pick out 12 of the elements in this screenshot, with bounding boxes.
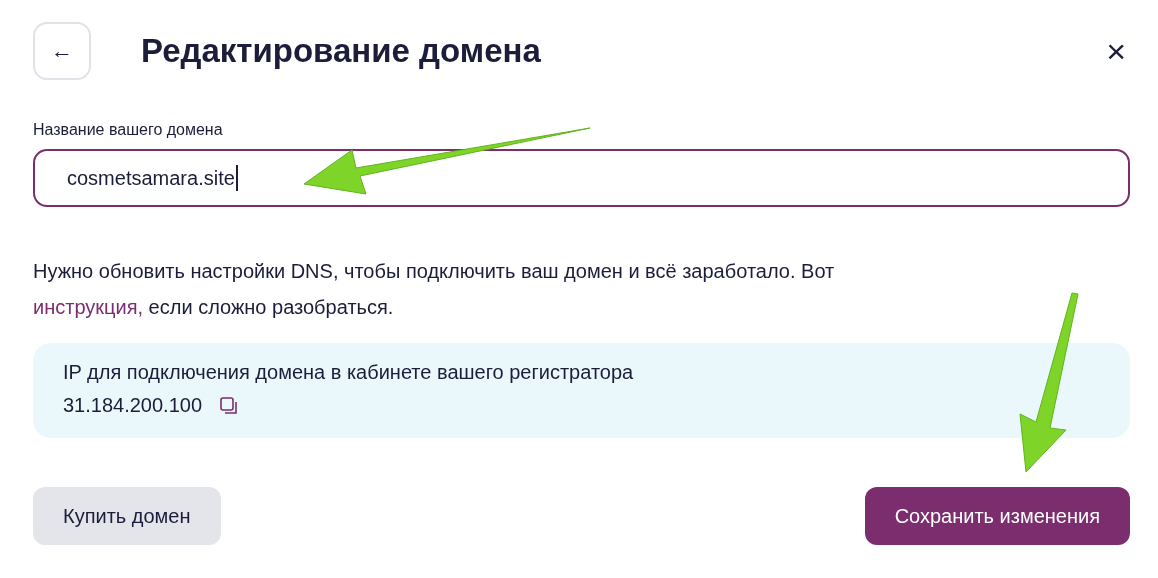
- save-button[interactable]: Сохранить изменения: [864, 487, 1130, 545]
- buy-domain-button[interactable]: Купить домен: [33, 487, 221, 545]
- domain-input-field[interactable]: cosmetsamara.site: [33, 149, 1130, 207]
- field-label: Название вашего домена: [33, 121, 224, 139]
- ip-caption: IP для подключения домена в кабинете вашего регистратора: [63, 360, 635, 385]
- close-button[interactable]: ×: [1106, 34, 1126, 68]
- dialog-title: Редактирование домена: [141, 32, 542, 70]
- copy-icon[interactable]: [220, 396, 239, 415]
- back-button[interactable]: ←: [33, 22, 91, 80]
- ip-address: 31.184.200.100: [63, 393, 203, 418]
- dns-notice: Нужно обновить настройки DNS, чтобы подключить ваш домен и всё заработало. Вот инструкция, если сложно разобраться.: [33, 259, 836, 320]
- instruction-link[interactable]: инструкция,: [33, 296, 144, 318]
